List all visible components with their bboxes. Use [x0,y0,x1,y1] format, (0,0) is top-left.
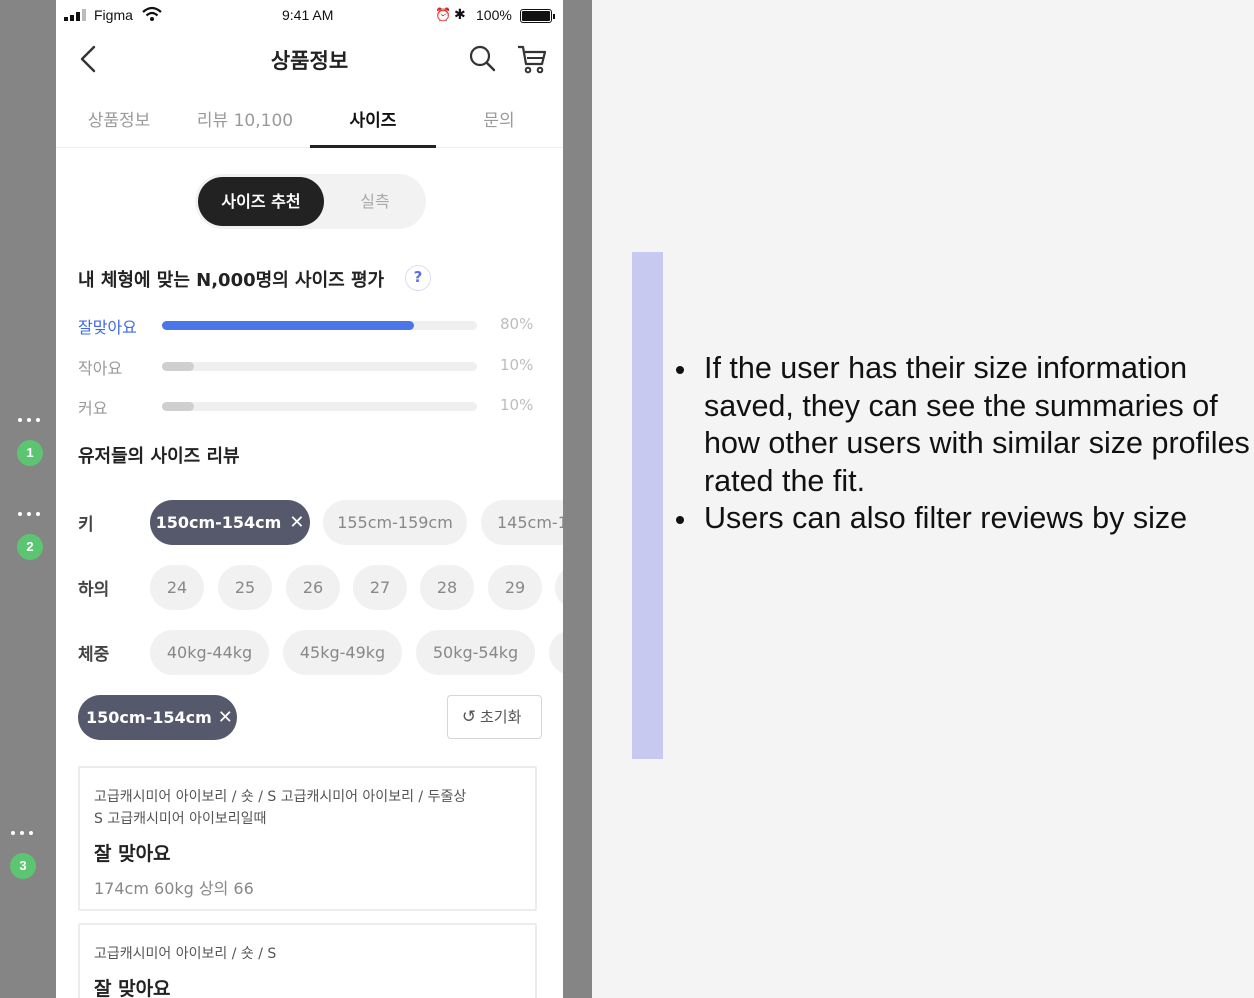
battery-icon [520,9,555,23]
weight-chip[interactable] [549,630,563,675]
wifi-icon [142,6,162,21]
more-dots-icon [18,512,44,518]
height-filter-label: 키 [78,515,94,535]
bottom-size-chip[interactable]: 25 [218,565,272,610]
annotation-notes: If the user has their size information s… [672,350,1250,538]
tab-inquiry[interactable]: 문의 [436,106,562,148]
fit-bar-track [162,402,477,411]
fit-row-large: 커요 10% [78,395,548,419]
review-option: 고급캐시미어 아이보리 / 숏 / S 고급캐시미어 아이보리 / 두줄상 [94,789,467,805]
weight-chip[interactable]: 45kg-49kg [283,630,402,675]
review-card[interactable]: 고급캐시미어 아이보리 / 숏 / S 고급캐시미어 아이보리 / 두줄상 S … [78,766,537,911]
height-chip[interactable]: 150cm-154cm ✕ [150,500,310,545]
annotation-bullet: Users can also filter reviews by size [672,500,1250,538]
annotation-bullet: If the user has their size information s… [672,350,1250,500]
fit-percent: 10% [500,396,534,414]
tab-product-info[interactable]: 상품정보 [56,106,182,148]
status-time: 9:41 AM [282,7,334,23]
review-option: 고급캐시미어 아이보리 / 숏 / S [94,946,277,962]
review-verdict: 잘 맞아요 [94,978,171,998]
battery-percent: 100% [476,7,512,23]
carrier-name: Figma [94,7,133,23]
search-icon[interactable] [468,44,496,72]
more-dots-icon [18,418,44,424]
step-number: 1 [17,440,43,466]
close-icon[interactable]: ✕ [289,500,304,545]
step-number: 3 [10,853,36,879]
fit-summary-title: 내 체형에 맞는 N,000명의 사이즈 평가 [78,270,385,291]
chip-label: 150cm-154cm [155,513,282,532]
height-chip[interactable]: 145cm-1 [481,500,563,545]
product-tabs: 상품정보 리뷰 10,100 사이즈 문의 [56,94,563,148]
height-chip[interactable]: 155cm-159cm [323,500,467,545]
status-bar: Figma 9:41 AM ⏰ ✱ 100% [56,0,563,32]
bottom-size-chip-row: 24 25 26 27 28 29 [150,565,563,611]
fit-percent: 80% [500,315,534,333]
step-marker-2[interactable]: 2 [0,512,56,572]
app-header: 상품정보 [56,32,563,88]
cart-icon[interactable] [516,43,548,75]
bottom-size-chip[interactable]: 26 [286,565,340,610]
step-marker-3[interactable]: 3 [0,831,56,891]
fit-bar-track [162,321,477,330]
size-reviews-title: 유저들의 사이즈 리뷰 [78,446,240,467]
bottom-size-chip[interactable]: 29 [488,565,542,610]
refresh-icon: ↺ [461,707,477,727]
fit-bar-track [162,362,477,371]
signal-icon [64,9,86,21]
applied-filter-label: 150cm-154cm [86,708,212,727]
fit-row-just-right: 잘맞아요 80% [78,314,548,338]
bottom-size-chip[interactable]: 28 [420,565,474,610]
tab-size[interactable]: 사이즈 [310,106,436,148]
fit-row-small: 작아요 10% [78,355,548,379]
fit-bar-fill [162,321,414,330]
tab-reviews[interactable]: 리뷰 10,100 [182,106,308,148]
help-icon[interactable]: ? [405,265,431,291]
step-marker-1[interactable]: 1 [0,418,56,478]
fit-label: 잘맞아요 [78,318,137,337]
weight-chip-row: 40kg-44kg 45kg-49kg 50kg-54kg [150,630,563,676]
phone-screen: Figma 9:41 AM ⏰ ✱ 100% 상품정보 상품정보 리뷰 10,1… [56,0,563,998]
bluetooth-icon: ✱ [454,6,466,22]
bottom-size-chip[interactable]: 27 [353,565,407,610]
weight-chip[interactable]: 50kg-54kg [416,630,535,675]
size-mode-toggle: 사이즈 추천 실측 [195,174,426,229]
review-option-continued: S 고급캐시미어 아이보리일때 [94,811,267,827]
applied-filter-chip[interactable]: 150cm-154cm ✕ [78,695,237,740]
review-body-info: 174cm 60kg 상의 66 [94,879,254,898]
reset-label: 초기화 [480,708,522,726]
fit-label: 작아요 [78,359,123,378]
size-recommend-toggle[interactable]: 사이즈 추천 [198,177,324,226]
fit-percent: 10% [500,356,534,374]
bottom-size-chip[interactable]: 24 [150,565,204,610]
weight-chip[interactable]: 40kg-44kg [150,630,269,675]
fit-bar-fill [162,362,194,371]
review-card[interactable]: 고급캐시미어 아이보리 / 숏 / S 잘 맞아요 [78,923,537,998]
annotation-accent-bar [632,252,663,759]
reset-button[interactable]: ↺ 초기화 [447,695,542,739]
bottom-size-filter-label: 하의 [78,580,110,600]
measurement-toggle[interactable]: 실측 [335,177,415,226]
review-verdict: 잘 맞아요 [94,843,171,865]
fit-label: 커요 [78,399,108,418]
height-chip-row: 150cm-154cm ✕ 155cm-159cm 145cm-1 [150,500,563,546]
close-icon[interactable]: ✕ [218,707,233,728]
step-number: 2 [17,534,43,560]
alarm-icon: ⏰ [435,7,452,22]
weight-filter-label: 체중 [78,645,110,665]
more-dots-icon [11,831,37,837]
fit-bar-fill [162,402,194,411]
bottom-size-chip[interactable] [555,565,563,610]
